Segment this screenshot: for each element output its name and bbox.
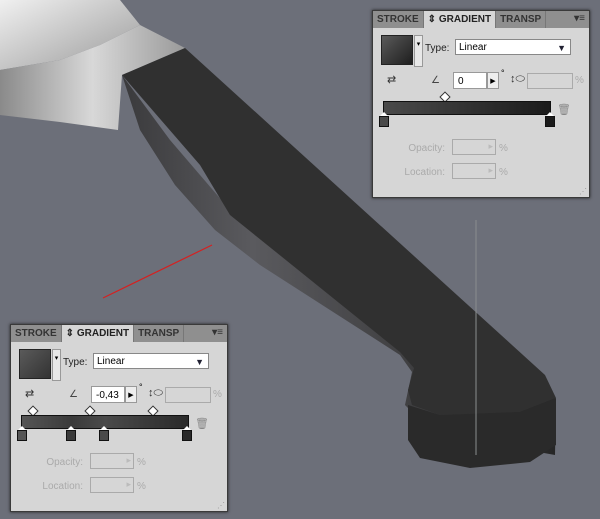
tab-transparency[interactable]: TRANSP xyxy=(496,11,547,28)
gradient-guide-line xyxy=(102,244,213,299)
location-label: Location: xyxy=(404,167,445,178)
reverse-gradient-icon[interactable]: ⇄ xyxy=(387,73,396,86)
type-label: Type: xyxy=(63,357,88,368)
percent-label: % xyxy=(499,167,508,178)
swatch-dropdown[interactable]: ▾ xyxy=(414,35,423,67)
angle-stepper[interactable]: ▶ xyxy=(487,72,499,89)
aspect-ratio-icon: ↕⬭ xyxy=(148,387,163,399)
opacity-input[interactable] xyxy=(452,139,496,155)
type-select[interactable]: Linear ▼ xyxy=(455,39,571,55)
tab-stroke[interactable]: STROKE xyxy=(11,325,62,342)
angle-input[interactable]: 0 xyxy=(453,72,487,89)
angle-icon: ∠ xyxy=(431,75,440,86)
aspect-ratio-input[interactable] xyxy=(527,73,573,89)
tab-gradient[interactable]: ⇕ GRADIENT xyxy=(61,325,135,342)
percent-label: % xyxy=(137,457,146,468)
tab-transparency[interactable]: TRANSP xyxy=(134,325,185,342)
panel-menu-icon[interactable]: ▾≡ xyxy=(574,13,585,24)
location-input[interactable] xyxy=(90,477,134,493)
swatch-dropdown[interactable]: ▾ xyxy=(52,349,61,381)
panel-menu-icon[interactable]: ▾≡ xyxy=(212,327,223,338)
trash-icon[interactable]: 🗑 xyxy=(557,103,571,116)
color-stop[interactable] xyxy=(17,426,27,441)
chevron-down-icon: ▼ xyxy=(195,357,204,367)
degree-symbol: ° xyxy=(139,382,143,392)
opacity-label: Opacity: xyxy=(46,457,83,468)
aspect-ratio-input[interactable] xyxy=(165,387,211,403)
gradient-slider[interactable] xyxy=(383,101,551,115)
gradient-swatch[interactable] xyxy=(381,35,413,65)
percent-label: % xyxy=(499,143,508,154)
gradient-panel-top: STROKE ⇕ GRADIENT TRANSP ▾≡ ▾ Type: Line… xyxy=(372,10,590,198)
location-input[interactable] xyxy=(452,163,496,179)
tab-stroke[interactable]: STROKE xyxy=(373,11,424,28)
angle-stepper[interactable]: ▶ xyxy=(125,386,137,403)
angle-input[interactable]: -0,43 xyxy=(91,386,125,403)
color-stop[interactable] xyxy=(379,112,389,127)
color-stop[interactable] xyxy=(545,112,555,127)
color-stop[interactable] xyxy=(66,426,76,441)
opacity-input[interactable] xyxy=(90,453,134,469)
percent-label: % xyxy=(137,481,146,492)
tab-gradient[interactable]: ⇕ GRADIENT xyxy=(423,11,497,28)
type-select[interactable]: Linear ▼ xyxy=(93,353,209,369)
type-label: Type: xyxy=(425,43,450,54)
color-stop[interactable] xyxy=(99,426,109,441)
reverse-gradient-icon[interactable]: ⇄ xyxy=(25,387,34,400)
degree-symbol: ° xyxy=(501,68,505,78)
gradient-swatch[interactable] xyxy=(19,349,51,379)
color-stop[interactable] xyxy=(182,426,192,441)
location-label: Location: xyxy=(42,481,83,492)
percent-label: % xyxy=(575,75,584,86)
chevron-down-icon: ▼ xyxy=(557,43,566,53)
angle-icon: ∠ xyxy=(69,389,78,400)
resize-grip-icon[interactable]: ⋰ xyxy=(579,187,587,196)
gradient-panel-bottom: STROKE ⇕ GRADIENT TRANSP ▾≡ ▾ Type: Line… xyxy=(10,324,228,512)
resize-grip-icon[interactable]: ⋰ xyxy=(217,501,225,510)
opacity-label: Opacity: xyxy=(408,143,445,154)
aspect-ratio-icon: ↕⬭ xyxy=(510,73,525,85)
trash-icon[interactable]: 🗑 xyxy=(195,417,209,430)
percent-label: % xyxy=(213,389,222,400)
